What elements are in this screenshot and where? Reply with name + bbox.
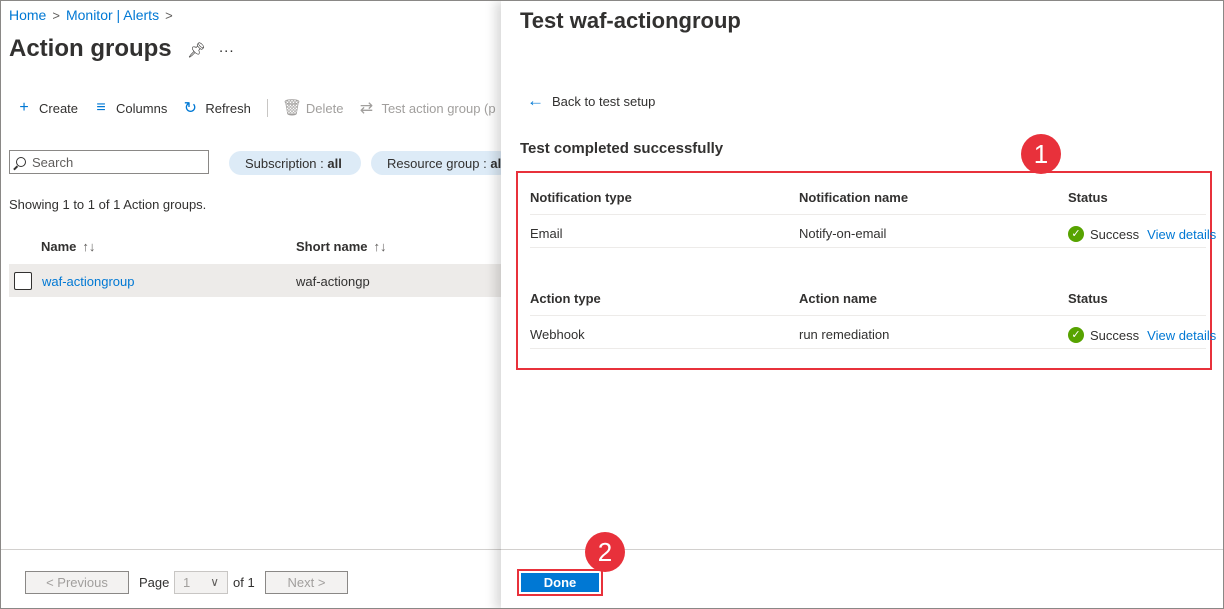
column-header-notification-name: Notification name: [799, 190, 909, 205]
column-name-label: Name: [41, 239, 77, 254]
page-title: Action groups: [9, 35, 172, 62]
column-header-action-type: Action type: [530, 291, 601, 306]
view-details-link[interactable]: View details: [1147, 328, 1216, 343]
table-row[interactable]: waf-actiongroup waf-actiongp: [9, 264, 501, 297]
resource-group-filter-pill[interactable]: Resource group : al: [371, 151, 511, 175]
actions-header-row: Action type Action name Status: [530, 280, 1206, 314]
test-action-group-label: Test action group (p: [381, 100, 496, 116]
test-arrows-icon: ⇄: [359, 100, 374, 117]
action-groups-blade: Home > Monitor | Alerts > Action groups …: [1, 1, 511, 608]
action-type-cell: Webhook: [530, 327, 585, 342]
results-count: Showing 1 to 1 of 1 Action groups.: [9, 197, 207, 212]
arrow-left-icon: ←: [527, 91, 544, 110]
action-group-link[interactable]: waf-actiongroup: [42, 274, 135, 289]
columns-icon: ≡: [96, 99, 106, 116]
column-header-name[interactable]: Name ↑↓: [41, 239, 95, 254]
test-action-group-pane: Test waf-actiongroup ← Back to test setu…: [501, 1, 1223, 608]
row-checkbox[interactable]: [14, 272, 32, 290]
breadcrumb: Home > Monitor | Alerts >: [9, 7, 173, 23]
back-to-test-setup-link[interactable]: ← Back to test setup: [527, 91, 655, 111]
trash-icon: 🗑︎: [281, 100, 303, 117]
columns-label: Columns: [116, 100, 168, 116]
columns-button[interactable]: ≡ Columns: [92, 99, 167, 117]
toolbar-divider: [266, 99, 268, 117]
column-header-notification-type: Notification type: [530, 190, 632, 205]
delete-button[interactable]: 🗑︎ Delete: [282, 98, 344, 118]
column-header-short-name[interactable]: Short name ↑↓: [296, 239, 387, 254]
create-label: Create: [39, 100, 79, 116]
success-check-icon: ✓: [1068, 327, 1084, 343]
done-button[interactable]: Done: [521, 573, 599, 592]
result-heading: Test completed successfully: [520, 140, 724, 157]
notifications-header-row: Notification type Notification name Stat…: [530, 179, 1206, 213]
search-placeholder: Search: [32, 154, 74, 170]
notification-type-cell: Email: [530, 226, 563, 241]
window-frame: Home > Monitor | Alerts > Action groups …: [0, 0, 1224, 609]
refresh-icon: ↻: [183, 100, 198, 117]
short-name-cell: waf-actiongp: [296, 274, 370, 289]
create-button[interactable]: + Create: [15, 99, 78, 117]
subscription-filter-value: all: [327, 155, 342, 171]
breadcrumb-monitor-alerts[interactable]: Monitor | Alerts: [66, 7, 159, 23]
page-select-value: 1: [183, 575, 191, 590]
resource-group-filter-value: al: [490, 155, 502, 171]
grid-header: Name ↑↓ Short name ↑↓: [1, 231, 501, 261]
subscription-filter-pill[interactable]: Subscription : all: [229, 151, 361, 175]
table-row: Webhook run remediation ✓ Success View d…: [530, 315, 1216, 349]
notification-name-cell: Notify-on-email: [799, 226, 887, 241]
breadcrumb-separator: >: [52, 7, 60, 23]
status-cell: ✓ Success View details: [1068, 226, 1216, 242]
view-details-link[interactable]: View details: [1147, 227, 1216, 242]
pin-icon[interactable]: 📌︎: [187, 41, 206, 59]
success-check-icon: ✓: [1068, 226, 1084, 242]
sort-icon[interactable]: ↑↓: [374, 239, 387, 254]
previous-page-button[interactable]: < Previous: [25, 571, 129, 594]
page-total-label: of 1: [233, 575, 255, 590]
status-text: Success: [1090, 327, 1140, 343]
status-cell: ✓ Success View details: [1068, 327, 1216, 343]
delete-label: Delete: [305, 100, 344, 116]
breadcrumb-separator: >: [165, 7, 173, 23]
column-header-status: Status: [1068, 190, 1108, 205]
status-text: Success: [1090, 226, 1140, 242]
page-label: Page: [139, 575, 170, 590]
table-row: Email Notify-on-email ✓ Success View det…: [530, 214, 1216, 248]
test-action-group-button[interactable]: ⇄ Test action group (p: [357, 98, 496, 118]
more-options-icon[interactable]: ...: [219, 39, 235, 56]
done-highlight-box: Done: [517, 569, 603, 596]
search-input[interactable]: Search: [9, 150, 209, 174]
page-select[interactable]: 1 ∨: [174, 571, 228, 594]
callout-badge-1: 1: [1021, 134, 1061, 174]
back-to-test-setup-label: Back to test setup: [552, 93, 656, 109]
callout-badge-2: 2: [585, 532, 625, 572]
pagination-bar: < Previous Page 1 ∨ of 1 Next >: [1, 549, 501, 608]
subscription-filter-label: Subscription :: [245, 155, 324, 171]
column-header-action-name: Action name: [799, 291, 878, 306]
resource-group-filter-label: Resource group :: [387, 155, 487, 171]
toolbar: + Create ≡ Columns ↻ Refresh 🗑︎ Delete ⇄…: [15, 97, 510, 119]
refresh-label: Refresh: [205, 100, 251, 116]
column-short-name-label: Short name: [296, 239, 368, 254]
action-name-cell: run remediation: [799, 327, 890, 342]
refresh-button[interactable]: ↻ Refresh: [181, 98, 251, 118]
next-page-button[interactable]: Next >: [265, 571, 348, 594]
plus-icon: +: [19, 99, 29, 116]
pane-title: Test waf-actiongroup: [520, 8, 741, 33]
search-icon: [16, 157, 26, 167]
chevron-down-icon: ∨: [210, 575, 219, 589]
results-highlight-box: Notification type Notification name Stat…: [516, 171, 1216, 370]
breadcrumb-home[interactable]: Home: [9, 7, 46, 23]
column-header-status: Status: [1068, 291, 1108, 306]
sort-icon[interactable]: ↑↓: [82, 239, 95, 254]
